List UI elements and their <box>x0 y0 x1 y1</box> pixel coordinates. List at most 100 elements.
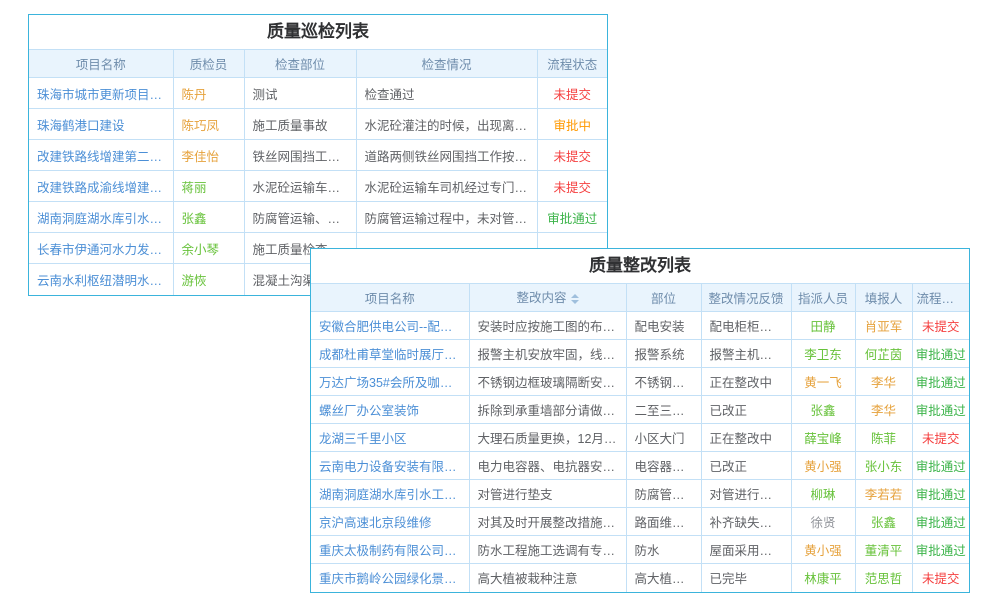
reporter-name: 李华 <box>855 396 912 424</box>
status-text: 审批通过 <box>912 340 969 368</box>
rectify-header-0: 项目名称 <box>311 284 469 312</box>
inspector-name: 游恢 <box>173 264 244 295</box>
inspector-name: 陈丹 <box>173 78 244 109</box>
assignee-name: 张鑫 <box>791 396 855 424</box>
rectify-content: 报警主机安放牢固，线缆连接... <box>469 340 626 368</box>
rectify-header-2: 部位 <box>626 284 701 312</box>
rectify-row: 龙湖三千里小区大理石质量更换，12月31日之...小区大门正在整改中薛宝峰陈菲未… <box>311 424 969 452</box>
rectify-part: 二至三楼混... <box>626 396 701 424</box>
project-name-link[interactable]: 珠海鹤港口建设 <box>29 109 173 140</box>
project-name-link[interactable]: 成都杜甫草堂临时展厅独立展... <box>311 340 469 368</box>
caret-down-icon <box>571 300 579 308</box>
column-label: 质检员 <box>190 58 228 72</box>
rectify-feedback: 正在整改中 <box>701 424 791 452</box>
rectify-table-body: 安徽合肥供电公司--配电设备...安装时应按施工图的布置，将...配电安装配电柜… <box>311 312 969 592</box>
project-name-link[interactable]: 螺丝厂办公室装饰 <box>311 396 469 424</box>
project-name-link[interactable]: 重庆太极制药有限公司亳州中... <box>311 536 469 564</box>
reporter-name: 李华 <box>855 368 912 396</box>
rectify-row: 安徽合肥供电公司--配电设备...安装时应按施工图的布置，将...配电安装配电柜… <box>311 312 969 340</box>
rectify-feedback: 已完毕 <box>701 564 791 592</box>
reporter-name: 陈菲 <box>855 424 912 452</box>
rectify-feedback: 屋面采用聚氨... <box>701 536 791 564</box>
rectify-part: 电容器安装... <box>626 452 701 480</box>
inspection-list-title: 质量巡检列表 <box>29 15 607 49</box>
column-label: 填报人 <box>865 292 903 306</box>
check-situation: 道路两侧铁丝网围挡工作按设计... <box>356 140 537 171</box>
rectify-feedback: 对管进行垫支 <box>701 480 791 508</box>
check-situation: 水泥砼运输车司机经过专门培训... <box>356 171 537 202</box>
rectify-part: 配电安装 <box>626 312 701 340</box>
project-name-link[interactable]: 万达广场35#会所及咖啡厅空... <box>311 368 469 396</box>
project-name-link[interactable]: 京沪高速北京段维修 <box>311 508 469 536</box>
column-label: 项目名称 <box>365 292 415 306</box>
column-label: 指派人员 <box>798 292 848 306</box>
assignee-name: 黄小强 <box>791 536 855 564</box>
rectify-part: 防水 <box>626 536 701 564</box>
assignee-name: 薛宝峰 <box>791 424 855 452</box>
column-label: 整改内容 <box>516 291 566 305</box>
rectify-feedback: 已改正 <box>701 452 791 480</box>
inspector-name: 张鑫 <box>173 202 244 233</box>
rectify-content: 电力电容器、电抗器安装方案... <box>469 452 626 480</box>
inspector-name: 陈巧凤 <box>173 109 244 140</box>
rectify-header-row: 项目名称整改内容部位整改情况反馈指派人员填报人流程状态 <box>311 284 969 312</box>
rectify-row: 重庆太极制药有限公司亳州中...防水工程施工选调有专业资质...防水屋面采用聚氨… <box>311 536 969 564</box>
caret-up-icon <box>571 290 579 298</box>
assignee-name: 黄小强 <box>791 452 855 480</box>
rectify-feedback: 报警主机安放... <box>701 340 791 368</box>
project-name-link[interactable]: 云南水利枢纽潜明水库... <box>29 264 173 295</box>
rectify-feedback: 正在整改中 <box>701 368 791 396</box>
status-text: 审批通过 <box>912 508 969 536</box>
rectify-row: 万达广场35#会所及咖啡厅空...不锈钢边框玻璃隔断安装不牢...不锈钢安装..… <box>311 368 969 396</box>
project-name-link[interactable]: 珠海市城市更新项目紫... <box>29 78 173 109</box>
inspection-header-row: 项目名称 质检员 检查部位检查情况流程状态 <box>29 50 607 78</box>
inspection-row: 改建铁路线增建第二线...李佳怡铁丝网围挡工作检查道路两侧铁丝网围挡工作按设计.… <box>29 140 607 171</box>
project-name-link[interactable]: 改建铁路成渝线增建第... <box>29 171 173 202</box>
status-text: 审批通过 <box>912 396 969 424</box>
column-label: 项目名称 <box>76 58 126 72</box>
inspection-row: 珠海鹤港口建设陈巧凤施工质量事故水泥砼灌注的时候，出现离析现象审批中 <box>29 109 607 140</box>
rectify-row: 京沪高速北京段维修对其及时开展整改措施，桥头...路面维修检...补齐缺失标志.… <box>311 508 969 536</box>
rectify-row: 湖南洞庭湖水库引水工程施工...对管进行垫支防腐管运输...对管进行垫支柳琳李若… <box>311 480 969 508</box>
rectify-content: 防水工程施工选调有专业资质... <box>469 536 626 564</box>
rectify-content: 安装时应按施工图的布置，将... <box>469 312 626 340</box>
reporter-name: 何芷茵 <box>855 340 912 368</box>
rectify-header-1[interactable]: 整改内容 <box>469 284 626 312</box>
rectify-row: 成都杜甫草堂临时展厅独立展...报警主机安放牢固，线缆连接...报警系统报警主机… <box>311 340 969 368</box>
rectify-header-5: 填报人 <box>855 284 912 312</box>
rectify-feedback: 补齐缺失标志... <box>701 508 791 536</box>
assignee-name: 林康平 <box>791 564 855 592</box>
inspector-name: 余小琴 <box>173 233 244 264</box>
column-label: 流程状态 <box>547 58 597 72</box>
rectify-content: 拆除到承重墙部分请做好加固... <box>469 396 626 424</box>
check-part: 铁丝网围挡工作检查 <box>244 140 356 171</box>
inspection-header-0: 项目名称 <box>29 50 173 78</box>
status-text: 审批通过 <box>537 202 607 233</box>
inspection-header-3: 检查情况 <box>356 50 537 78</box>
rectify-feedback: 已改正 <box>701 396 791 424</box>
check-situation: 防腐管运输过程中，未对管进行... <box>356 202 537 233</box>
check-situation: 检查通过 <box>356 78 537 109</box>
rectify-list-panel: 质量整改列表 项目名称整改内容部位整改情况反馈指派人员填报人流程状态 安徽合肥供… <box>310 248 970 593</box>
check-part: 防腐管运输、布管 <box>244 202 356 233</box>
project-name-link[interactable]: 安徽合肥供电公司--配电设备... <box>311 312 469 340</box>
project-name-link[interactable]: 湖南洞庭湖水库引水工... <box>29 202 173 233</box>
project-name-link[interactable]: 重庆市鹅岭公园绿化景观提升... <box>311 564 469 592</box>
inspection-header-2: 检查部位 <box>244 50 356 78</box>
inspection-header-4: 流程状态 <box>537 50 607 78</box>
rectify-content: 高大植被栽种注意 <box>469 564 626 592</box>
rectify-feedback: 配电柜柜体与... <box>701 312 791 340</box>
project-name-link[interactable]: 湖南洞庭湖水库引水工程施工... <box>311 480 469 508</box>
sort-icon[interactable] <box>571 290 579 308</box>
project-name-link[interactable]: 长春市伊通河水力发电... <box>29 233 173 264</box>
assignee-name: 田静 <box>791 312 855 340</box>
rectify-row: 云南电力设备安装有限公司20...电力电容器、电抗器安装方案...电容器安装..… <box>311 452 969 480</box>
rectify-part: 不锈钢安装... <box>626 368 701 396</box>
project-name-link[interactable]: 云南电力设备安装有限公司20... <box>311 452 469 480</box>
project-name-link[interactable]: 龙湖三千里小区 <box>311 424 469 452</box>
rectify-header-4: 指派人员 <box>791 284 855 312</box>
reporter-name: 肖亚军 <box>855 312 912 340</box>
reporter-name: 范思哲 <box>855 564 912 592</box>
project-name-link[interactable]: 改建铁路线增建第二线... <box>29 140 173 171</box>
rectify-content: 对其及时开展整改措施，桥头... <box>469 508 626 536</box>
